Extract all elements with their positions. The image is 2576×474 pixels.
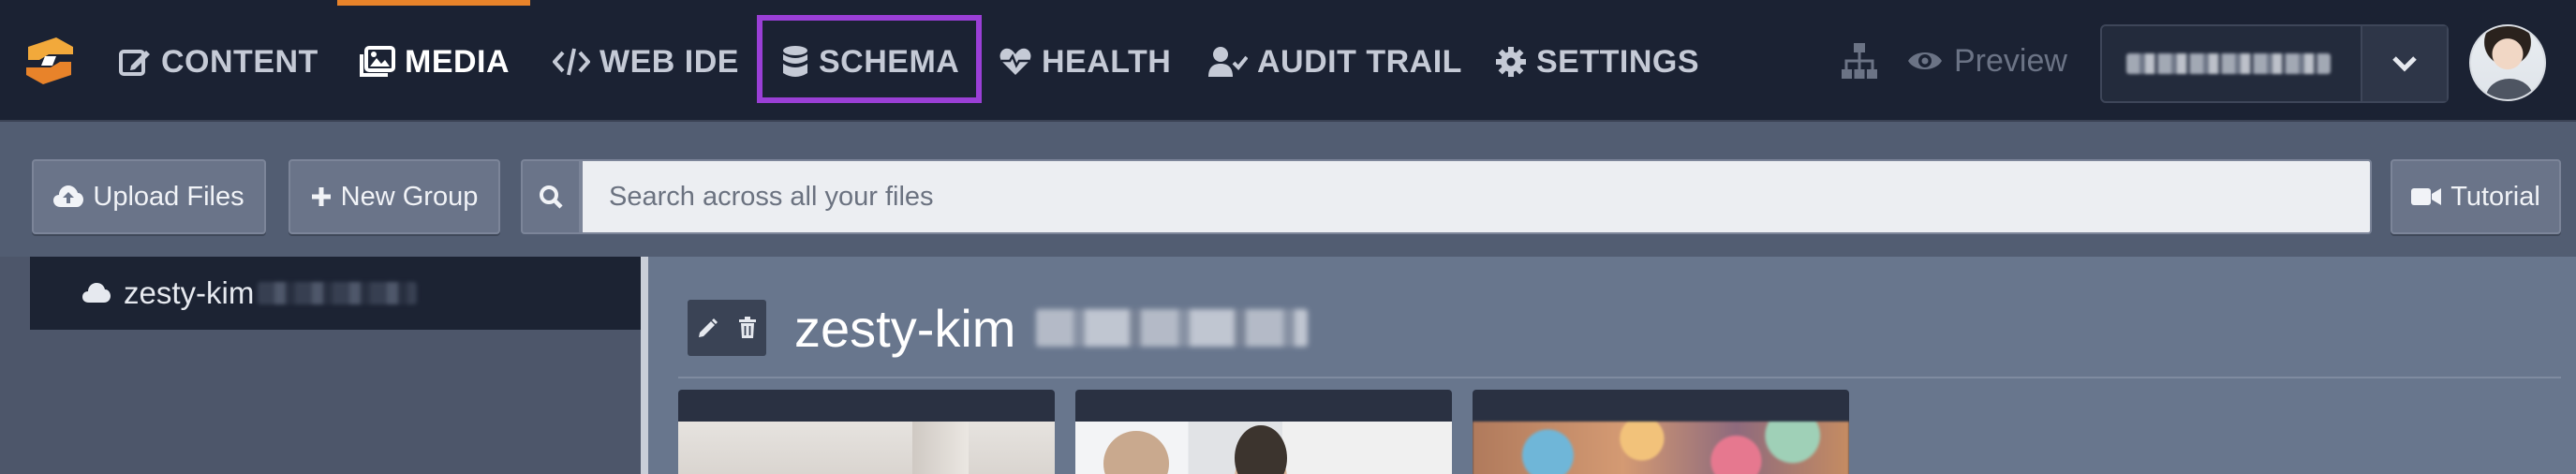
new-group-button[interactable]: New Group <box>289 159 500 234</box>
media-main-panel: zesty-kim <box>648 257 2576 474</box>
search-input[interactable] <box>581 159 2372 234</box>
media-thumbnail[interactable] <box>678 422 1055 474</box>
sidebar-item-label: zesty-kim <box>124 275 255 310</box>
nav-item-media[interactable]: MEDIA <box>360 32 510 92</box>
heartbeat-icon <box>999 47 1032 77</box>
search-button[interactable] <box>521 159 581 234</box>
media-thumbnail[interactable] <box>1473 422 1849 474</box>
edit-pencil-icon[interactable] <box>697 317 719 339</box>
media-card[interactable] <box>1075 390 1452 474</box>
group-title: zesty-kim <box>794 290 1309 365</box>
nav-item-label: HEALTH <box>1042 43 1172 80</box>
media-sidebar: zesty-kim <box>0 257 641 474</box>
instance-selector[interactable] <box>2100 24 2449 103</box>
zesty-logo-icon[interactable] <box>21 32 79 90</box>
redacted-text <box>1036 309 1309 347</box>
plus-icon <box>311 187 331 206</box>
top-navigation: CONTENT MEDIA WEB IDE SCHEMA HEALTH AUDI… <box>0 0 2576 122</box>
nav-item-content[interactable]: CONTENT <box>118 32 318 92</box>
tutorial-button[interactable]: Tutorial <box>2391 159 2561 234</box>
redacted-text <box>2126 53 2331 74</box>
media-card[interactable] <box>678 390 1055 474</box>
title-divider <box>678 377 2561 378</box>
sidebar-divider[interactable] <box>641 257 648 474</box>
redacted-text <box>258 282 418 304</box>
tutorial-label: Tutorial <box>2450 181 2540 212</box>
nav-item-audit-trail[interactable]: AUDIT TRAIL <box>1208 32 1462 92</box>
user-check-icon <box>1208 46 1248 78</box>
nav-item-health[interactable]: HEALTH <box>999 32 1171 92</box>
cloud-icon <box>82 283 111 303</box>
nav-item-label: WEB IDE <box>600 43 739 80</box>
instance-dropdown-button[interactable] <box>2361 26 2447 101</box>
video-camera-icon <box>2411 188 2442 205</box>
group-actions <box>688 300 766 356</box>
new-group-label: New Group <box>340 181 479 212</box>
search-icon <box>540 185 563 209</box>
cloud-upload-icon <box>53 185 84 207</box>
active-tab-indicator <box>337 0 530 6</box>
media-thumbnail[interactable] <box>1075 422 1452 474</box>
nav-item-label: MEDIA <box>405 43 511 80</box>
group-title-text: zesty-kim <box>794 298 1016 358</box>
chevron-down-icon <box>2392 56 2417 72</box>
nav-item-label: AUDIT TRAIL <box>1257 43 1462 80</box>
sidebar-item-zesty-kim[interactable]: zesty-kim <box>30 257 641 330</box>
edit-icon <box>118 45 152 79</box>
schema-highlight-box <box>757 15 982 103</box>
instance-name-redacted <box>2102 26 2361 101</box>
media-toolbar: Upload Files New Group Tutorial <box>0 122 2576 257</box>
upload-files-button[interactable]: Upload Files <box>32 159 266 234</box>
nav-item-settings[interactable]: SETTINGS <box>1495 32 1699 92</box>
nav-item-label: CONTENT <box>161 43 318 80</box>
gear-icon <box>1495 46 1527 78</box>
preview-link[interactable]: Preview <box>1907 37 2067 84</box>
media-card[interactable] <box>1473 390 1849 474</box>
preview-label: Preview <box>1954 42 2067 79</box>
code-icon <box>553 46 590 78</box>
upload-files-label: Upload Files <box>93 181 244 212</box>
eye-icon <box>1908 52 1942 69</box>
trash-icon[interactable] <box>738 317 757 339</box>
nav-item-web-ide[interactable]: WEB IDE <box>553 32 739 92</box>
user-avatar[interactable] <box>2469 24 2546 101</box>
nav-item-label: SETTINGS <box>1536 43 1700 80</box>
image-icon <box>360 46 395 78</box>
sitemap-icon[interactable] <box>1840 41 1879 81</box>
